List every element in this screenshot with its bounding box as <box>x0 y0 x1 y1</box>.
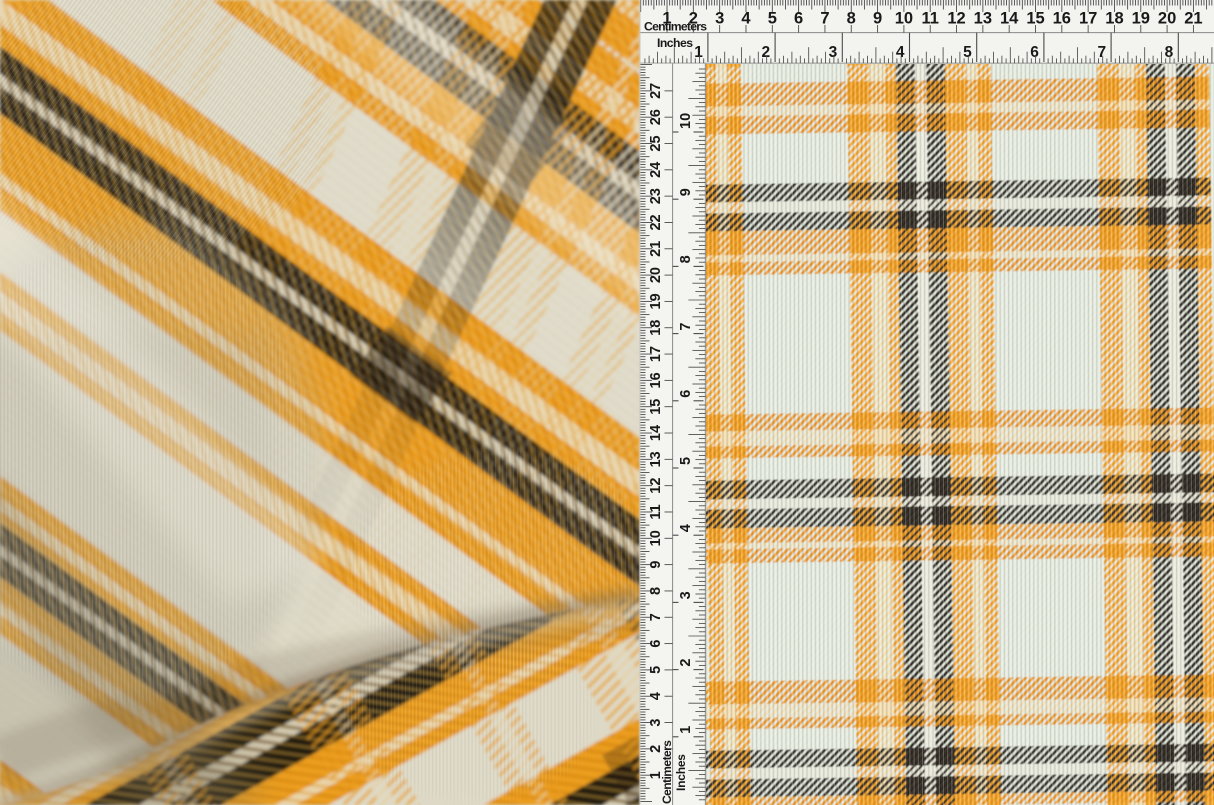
svg-text:3: 3 <box>648 719 664 727</box>
svg-text:6: 6 <box>794 10 803 28</box>
svg-text:10: 10 <box>895 10 913 28</box>
svg-text:11: 11 <box>648 504 664 519</box>
svg-text:8: 8 <box>648 587 664 595</box>
svg-text:Centimeters: Centimeters <box>644 20 707 34</box>
svg-text:19: 19 <box>1132 10 1150 28</box>
svg-text:26: 26 <box>648 109 664 125</box>
svg-text:18: 18 <box>1105 10 1123 28</box>
svg-text:17: 17 <box>1079 10 1097 28</box>
svg-text:19: 19 <box>648 293 664 309</box>
svg-text:Centimeters: Centimeters <box>660 740 674 804</box>
svg-text:9: 9 <box>648 561 664 569</box>
svg-text:Inches: Inches <box>657 36 693 50</box>
svg-text:15: 15 <box>1026 10 1044 28</box>
svg-text:17: 17 <box>648 346 664 362</box>
svg-text:21: 21 <box>648 241 664 257</box>
svg-text:20: 20 <box>1158 10 1176 28</box>
svg-text:20: 20 <box>648 267 664 283</box>
svg-text:Inches: Inches <box>674 754 688 791</box>
svg-text:7: 7 <box>820 10 829 28</box>
svg-text:11: 11 <box>921 10 938 28</box>
svg-text:14: 14 <box>1000 10 1019 28</box>
svg-text:15: 15 <box>648 399 664 415</box>
svg-text:13: 13 <box>648 451 664 467</box>
svg-text:18: 18 <box>648 320 664 336</box>
svg-text:13: 13 <box>974 10 992 28</box>
svg-text:5: 5 <box>678 457 694 465</box>
svg-text:6: 6 <box>648 640 664 648</box>
svg-text:12: 12 <box>648 478 664 494</box>
svg-text:2: 2 <box>678 659 694 667</box>
svg-text:7: 7 <box>678 323 694 331</box>
svg-text:27: 27 <box>648 83 664 99</box>
svg-text:7: 7 <box>648 613 664 621</box>
svg-text:4: 4 <box>648 692 664 700</box>
svg-text:16: 16 <box>648 372 664 388</box>
svg-text:9: 9 <box>678 188 694 196</box>
svg-text:4: 4 <box>741 10 751 28</box>
svg-text:4: 4 <box>678 524 694 532</box>
svg-text:1: 1 <box>678 726 694 734</box>
svg-text:24: 24 <box>648 162 664 178</box>
svg-text:14: 14 <box>648 425 664 441</box>
svg-text:9: 9 <box>873 10 882 28</box>
svg-text:12: 12 <box>947 10 965 28</box>
svg-text:5: 5 <box>648 666 664 674</box>
svg-text:23: 23 <box>648 188 664 204</box>
svg-text:8: 8 <box>847 10 856 28</box>
svg-text:3: 3 <box>715 10 724 28</box>
svg-text:3: 3 <box>678 591 694 599</box>
svg-text:6: 6 <box>678 390 694 398</box>
svg-text:5: 5 <box>768 10 777 28</box>
svg-text:22: 22 <box>648 214 664 230</box>
svg-text:16: 16 <box>1053 10 1071 28</box>
svg-text:25: 25 <box>648 135 664 151</box>
svg-text:21: 21 <box>1184 10 1202 28</box>
svg-text:8: 8 <box>678 255 694 263</box>
svg-text:10: 10 <box>648 530 664 546</box>
svg-text:10: 10 <box>678 113 694 129</box>
